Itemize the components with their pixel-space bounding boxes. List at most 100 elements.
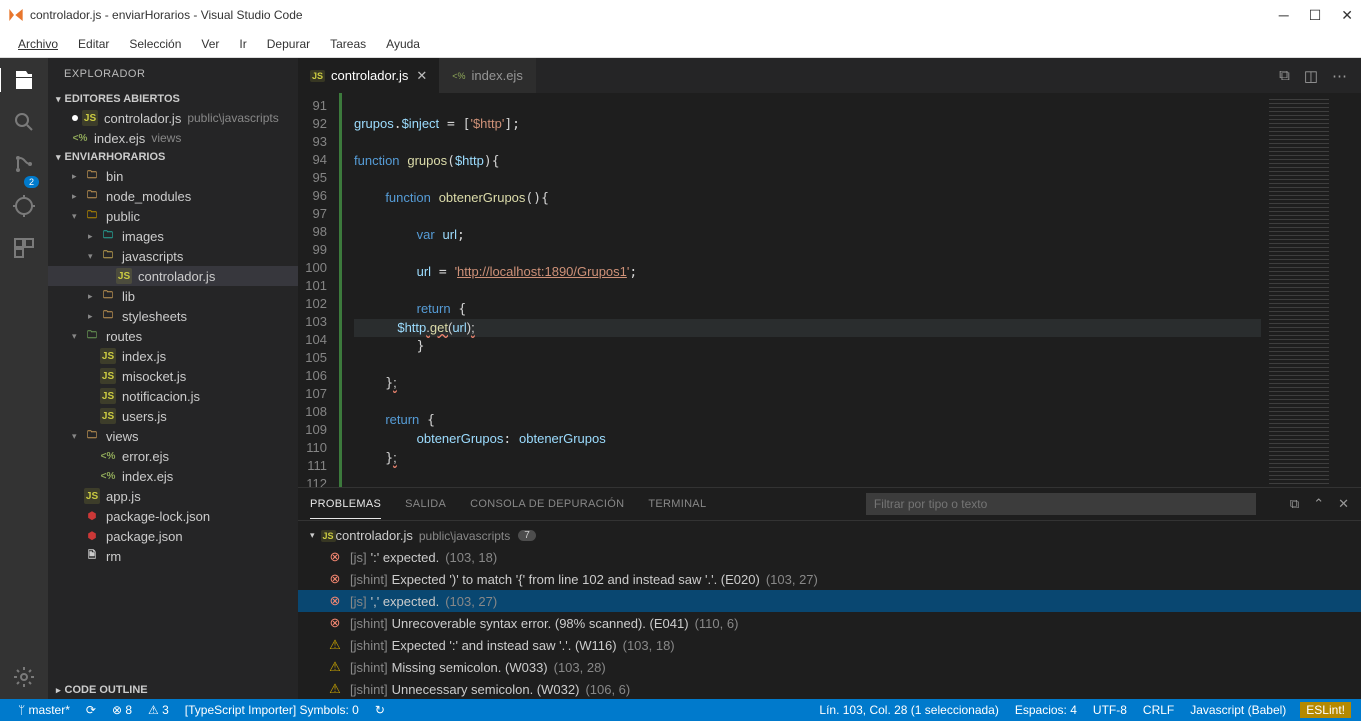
problem-row[interactable]: ⊗ [jshint] Unrecoverable syntax error. (9… [298,612,1361,634]
tab-index-ejs[interactable]: <% index.ejs [440,58,536,93]
code-content[interactable]: grupos.$inject = ['$http']; function gru… [342,93,1261,487]
tree-item[interactable]: ▸🗀node_modules [48,186,298,206]
status-branch[interactable]: ᛘ master* [10,703,78,717]
activity-debug-icon[interactable] [12,194,36,218]
panel-tab-consola[interactable]: CONSOLA DE DEPURACIÓN [470,490,624,518]
window-minimize-button[interactable]: ─ [1279,7,1289,24]
activity-settings-icon[interactable] [12,665,36,689]
problem-message: Unrecoverable syntax error. (98% scanned… [392,616,689,631]
menu-seleccion[interactable]: Selección [119,33,191,55]
problem-location: (103, 18) [445,550,497,565]
code-outline-header[interactable]: CODE OUTLINE [48,681,298,699]
problem-row[interactable]: ⚠[jshint] Missing semicolon. (W033)(103,… [298,656,1361,678]
tree-item[interactable]: ▸🗀bin [48,166,298,186]
window-close-button[interactable]: ✕ [1341,7,1353,24]
close-icon[interactable]: ✕ [416,68,427,84]
window-maximize-button[interactable]: ☐ [1309,7,1322,24]
tree-item[interactable]: ⬢package-lock.json [48,506,298,526]
problem-source: [jshint] [350,616,388,631]
tree-item[interactable]: <%error.ejs [48,446,298,466]
status-indent[interactable]: Espacios: 4 [1007,703,1085,717]
tree-item[interactable]: ▾🗀views [48,426,298,446]
menu-ayuda[interactable]: Ayuda [376,33,430,55]
status-encoding[interactable]: UTF-8 [1085,703,1135,717]
panel-tab-salida[interactable]: SALIDA [405,490,446,518]
tab-controlador[interactable]: JS controlador.js ✕ [298,58,440,93]
status-cursor-pos[interactable]: Lín. 103, Col. 28 (1 seleccionada) [811,703,1006,717]
status-language[interactable]: Javascript (Babel) [1182,703,1294,717]
panel-maximize-icon[interactable]: ⌃ [1313,496,1324,512]
minimap[interactable] [1261,93,1361,487]
error-icon: ⊗ [328,615,342,631]
menu-tareas[interactable]: Tareas [320,33,376,55]
compare-icon[interactable]: ⧉ [1279,67,1290,85]
split-editor-icon[interactable]: ◫ [1304,67,1318,85]
status-eslint[interactable]: ESLint! [1300,702,1351,718]
workspace-header[interactable]: ENVIARHORARIOS [48,148,298,166]
line-gutter: 9192939495969798991001011021031041051061… [298,93,342,487]
problems-file-row[interactable]: JS controlador.js public\javascripts 7 [298,525,1361,546]
activity-explorer-icon[interactable] [0,68,47,92]
js-file-icon: JS [82,110,98,126]
tree-item[interactable]: 🗎rm [48,546,298,566]
more-icon[interactable]: ⋯ [1332,67,1347,85]
problem-message: Expected ':' and instead saw '.'. (W116) [392,638,617,653]
problem-row[interactable]: ⊗[js] ',' expected.(103, 27) [298,590,1361,612]
ejs-file-icon: <% [452,71,465,81]
problem-source: [jshint] [350,682,388,697]
problem-location: (103, 18) [623,638,675,653]
menu-ir[interactable]: Ir [229,33,256,55]
menu-archivo[interactable]: Archivo [8,33,68,55]
panel-tab-terminal[interactable]: TERMINAL [648,490,706,518]
menu-depurar[interactable]: Depurar [257,33,320,55]
tree-item[interactable]: JS users.js [48,406,298,426]
error-icon: ⊗ [328,549,342,565]
problems-list: JS controlador.js public\javascripts 7 ⊗… [298,521,1361,699]
js-file-icon: JS [100,348,116,364]
tree-item[interactable]: <%index.ejs [48,466,298,486]
folder-icon: 🗀 [84,328,100,344]
status-sync[interactable]: ⟳ [78,703,104,717]
menu-ver[interactable]: Ver [191,33,229,55]
panel-tab-problemas[interactable]: PROBLEMAS [310,490,381,519]
js-file-icon: JS [100,408,116,424]
tree-item[interactable]: ▾🗀routes [48,326,298,346]
tree-item[interactable]: ▾🗀javascripts [48,246,298,266]
tree-item-label: misocket.js [122,369,186,384]
open-editor-item[interactable]: <% index.ejs views [48,128,298,148]
tree-item-label: users.js [122,409,167,424]
warning-icon: ⚠ [328,637,342,653]
menu-editar[interactable]: Editar [68,33,119,55]
collapse-all-icon[interactable]: ⧉ [1290,496,1299,512]
status-refresh[interactable]: ↻ [367,703,393,717]
activity-extensions-icon[interactable] [12,236,36,260]
tree-item[interactable]: JSnotificacion.js [48,386,298,406]
tree-item[interactable]: ▾🗀public [48,206,298,226]
activity-scm-icon[interactable] [12,152,36,176]
tree-item[interactable]: JSmisocket.js [48,366,298,386]
problem-source: [jshint] [350,638,388,653]
problem-row[interactable]: ⚠[jshint] Unnecessary semicolon. (W032)(… [298,678,1361,699]
tree-item[interactable]: ▸🗀images [48,226,298,246]
panel-close-icon[interactable]: ✕ [1338,496,1349,512]
open-editor-item[interactable]: JS controlador.js public\javascripts [48,108,298,128]
open-editors-header[interactable]: EDITORES ABIERTOS [48,90,298,108]
tree-item[interactable]: ▸🗀lib [48,286,298,306]
activity-bar: 2 [0,58,48,699]
tree-item[interactable]: ▸🗀stylesheets [48,306,298,326]
status-ts-importer[interactable]: [TypeScript Importer] Symbols: 0 [177,703,367,717]
tree-item[interactable]: JSapp.js [48,486,298,506]
code-editor[interactable]: 9192939495969798991001011021031041051061… [298,93,1361,487]
status-errors[interactable]: ⊗ 8 [104,703,140,717]
tree-item[interactable]: JSindex.js [48,346,298,366]
tree-item[interactable]: JScontrolador.js [48,266,298,286]
problem-row[interactable]: ⚠ [jshint] Expected ':' and instead saw '… [298,634,1361,656]
problems-filter-input[interactable] [866,493,1256,515]
problem-row[interactable]: ⊗[jshint] Expected ')' to match '{' from… [298,568,1361,590]
activity-search-icon[interactable] [12,110,36,134]
tree-item[interactable]: ⬢package.json [48,526,298,546]
status-warnings[interactable]: ⚠ 3 [140,703,177,717]
status-eol[interactable]: CRLF [1135,703,1182,717]
warning-icon: ⚠ [328,681,342,697]
problem-row[interactable]: ⊗[js] ':' expected.(103, 18) [298,546,1361,568]
